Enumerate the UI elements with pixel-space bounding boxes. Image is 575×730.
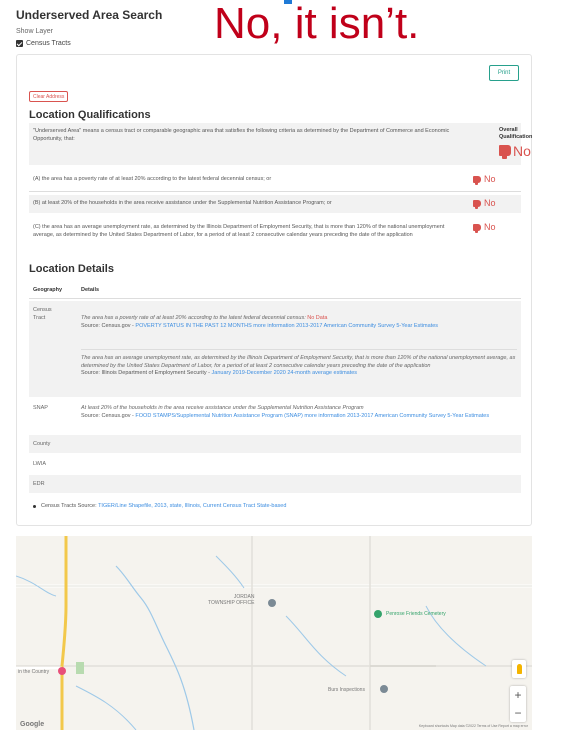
- census-tracts-label: Census Tracts: [26, 40, 71, 47]
- thumbs-down-icon: [473, 223, 481, 233]
- unemployment-statement: The area has an average unemployment rat…: [81, 355, 516, 369]
- poverty-source-link[interactable]: POVERTY STATUS IN THE PAST 12 MONTHS mor…: [135, 323, 438, 329]
- map-attribution[interactable]: Keyboard shortcuts Map data ©2022 Terms …: [419, 724, 528, 728]
- geo-census-tract: Census Tract: [33, 307, 52, 321]
- divider: [81, 349, 517, 350]
- criterion-result-value: No: [484, 198, 496, 208]
- zoom-in-button[interactable]: +: [510, 686, 526, 704]
- criterion-row: (C) the area has an average unemployment…: [29, 219, 521, 253]
- census-tracts-source: Census Tracts Source: TIGER/Line Shapefi…: [33, 503, 286, 509]
- overlay-caption: No, it isn’t.: [214, 0, 420, 48]
- poverty-source-prefix: Source: Census.gov -: [81, 322, 136, 329]
- county-row: County: [29, 435, 521, 453]
- cemetery-pin-icon[interactable]: [374, 610, 382, 618]
- criterion-text: (B) at least 20% of the households in th…: [33, 200, 332, 206]
- geo-edr: EDR: [33, 481, 45, 487]
- checkbox-checked-icon[interactable]: [16, 40, 23, 47]
- zoom-out-button[interactable]: −: [510, 704, 526, 722]
- overall-qualification-label: Overall Qualification: [499, 127, 533, 140]
- tracts-source-prefix: Census Tracts Source:: [41, 503, 99, 509]
- snap-source-link[interactable]: FOOD STAMPS/Supplemental Nutrition Assis…: [135, 413, 489, 419]
- overall-qualification-result: No: [499, 142, 531, 159]
- criterion-result: No: [473, 222, 496, 233]
- print-button[interactable]: Print: [489, 65, 519, 81]
- geo-county: County: [33, 441, 51, 447]
- census-tracts-toggle[interactable]: Census Tracts: [16, 40, 71, 47]
- unemployment-source-prefix: Source: Illinois Department of Employmen…: [81, 370, 212, 376]
- snap-row: SNAP At least 20% of the households in t…: [29, 399, 521, 433]
- clear-address-button[interactable]: Clear Address: [29, 91, 69, 102]
- bullet-icon: [33, 504, 36, 508]
- qualifications-heading: Location Qualifications: [29, 109, 151, 121]
- snap-detail: At least 20% of the households in the ar…: [81, 405, 517, 420]
- map-label-country: in the Country: [18, 669, 50, 675]
- tracts-source-link[interactable]: TIGER/Line Shapefile, 2013, state, Illin…: [98, 503, 286, 509]
- qualification-intro-text: "Underserved Area" means a census tract …: [33, 128, 450, 142]
- criterion-result-value: No: [484, 222, 496, 232]
- unemployment-source-link[interactable]: January 2019-December 2020 24-month aver…: [212, 370, 358, 376]
- geo-snap: SNAP: [33, 405, 48, 411]
- map-view[interactable]: JORDAN TOWNSHIP OFFICE Penrose Friends C…: [16, 536, 532, 730]
- street-view-pegman-icon[interactable]: [512, 660, 526, 678]
- results-panel: Print Clear Address Location Qualificati…: [16, 54, 532, 526]
- divider: [29, 298, 521, 299]
- map-label-township: JORDAN TOWNSHIP OFFICE: [208, 594, 255, 606]
- details-column-header: Details: [81, 287, 100, 293]
- unemployment-detail: The area has an average unemployment rat…: [81, 355, 517, 378]
- map-label-inspections: Burs Inspections: [328, 687, 365, 693]
- business-pin-icon[interactable]: [380, 685, 388, 693]
- poverty-statement: The area has a poverty rate of at least …: [81, 315, 306, 321]
- criterion-row: (B) at least 20% of the households in th…: [29, 195, 521, 213]
- thumbs-down-icon: [473, 199, 481, 209]
- qualification-intro-row: "Underserved Area" means a census tract …: [29, 123, 532, 165]
- edr-row: EDR: [29, 475, 521, 493]
- thumbs-down-icon: [473, 175, 481, 185]
- thumbs-down-icon: [499, 145, 511, 159]
- criterion-result: No: [473, 198, 496, 209]
- criterion-row: (A) the area has a poverty rate of at le…: [29, 171, 521, 189]
- map-canvas[interactable]: [16, 536, 532, 730]
- geography-column-header: Geography: [33, 287, 63, 293]
- page-title: Underserved Area Search: [16, 8, 163, 22]
- criterion-text: (A) the area has a poverty rate of at le…: [33, 176, 272, 182]
- place-pin-icon[interactable]: [268, 599, 276, 607]
- poverty-detail: The area has a poverty rate of at least …: [81, 315, 517, 330]
- show-layer-label: Show Layer: [16, 28, 53, 35]
- census-tract-row: Census Tract The area has a poverty rate…: [29, 301, 521, 397]
- criterion-result-value: No: [484, 174, 496, 184]
- details-heading: Location Details: [29, 263, 114, 275]
- snap-source-prefix: Source: Census.gov -: [81, 412, 136, 419]
- snap-statement: At least 20% of the households in the ar…: [81, 405, 364, 411]
- lwia-row: LWIA: [29, 455, 521, 473]
- store-pin-icon[interactable]: [58, 667, 66, 675]
- zoom-control: + −: [510, 686, 526, 722]
- criterion-text: (C) the area has an average unemployment…: [33, 224, 445, 238]
- map-label-cemetery: Penrose Friends Cemetery: [386, 611, 446, 617]
- google-logo: Google: [20, 721, 45, 728]
- divider: [29, 191, 521, 192]
- criterion-result: No: [473, 174, 496, 185]
- overall-qualification-value: No: [513, 142, 531, 159]
- geo-lwia: LWIA: [33, 461, 47, 467]
- poverty-value: No Data: [307, 315, 328, 321]
